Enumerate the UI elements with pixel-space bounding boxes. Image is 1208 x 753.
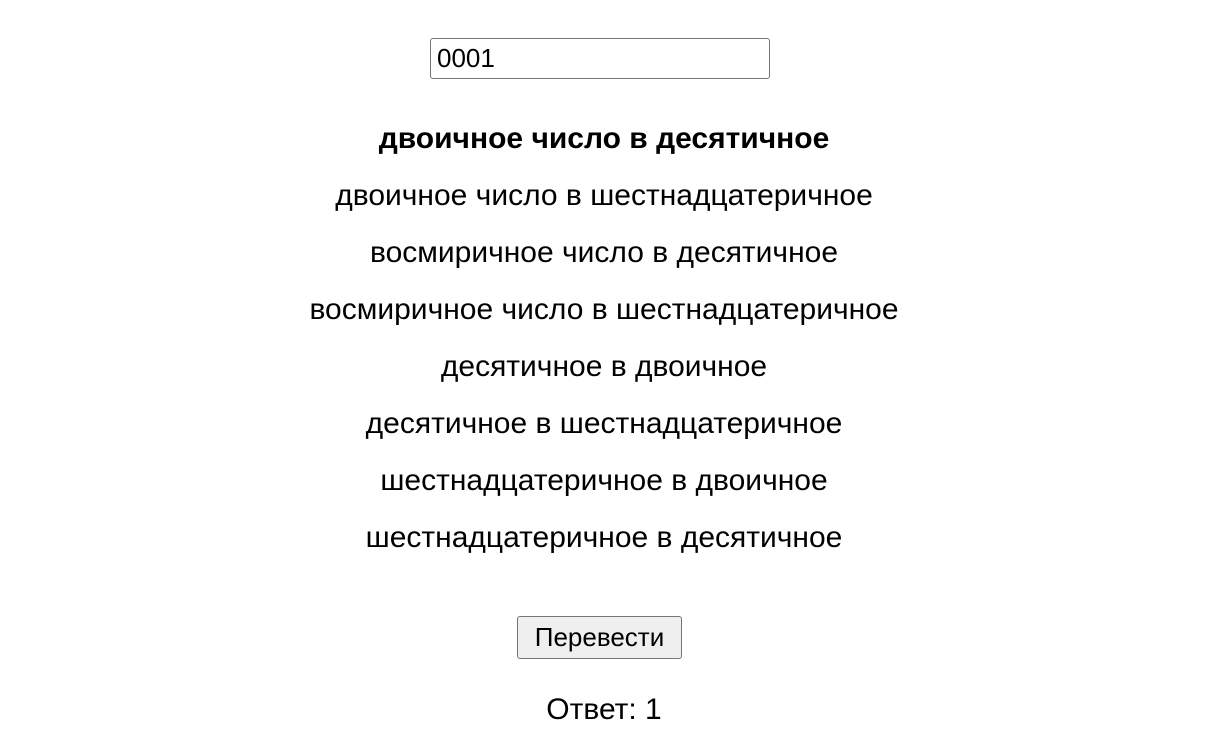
converter-page: двоичное число в десятичное двоичное чис… bbox=[0, 0, 1208, 753]
option-hex-to-dec[interactable]: шестнадцатеричное в десятичное bbox=[0, 509, 1208, 566]
option-bin-to-dec[interactable]: двоичное число в десятичное bbox=[0, 110, 1208, 167]
option-dec-to-hex[interactable]: десятичное в шестнадцатеричное bbox=[0, 395, 1208, 452]
option-oct-to-hex[interactable]: восмиричное число в шестнадцатеричное bbox=[0, 281, 1208, 338]
option-hex-to-bin[interactable]: шестнадцатеричное в двоичное bbox=[0, 452, 1208, 509]
conversion-options-list: двоичное число в десятичное двоичное чис… bbox=[0, 110, 1208, 566]
option-oct-to-dec[interactable]: восмиричное число в десятичное bbox=[0, 224, 1208, 281]
convert-button[interactable]: Перевести bbox=[517, 616, 682, 659]
option-bin-to-hex[interactable]: двоичное число в шестнадцатеричное bbox=[0, 167, 1208, 224]
number-input[interactable] bbox=[430, 38, 770, 79]
option-dec-to-bin[interactable]: десятичное в двоичное bbox=[0, 338, 1208, 395]
answer-text: Ответ: 1 bbox=[546, 693, 662, 726]
